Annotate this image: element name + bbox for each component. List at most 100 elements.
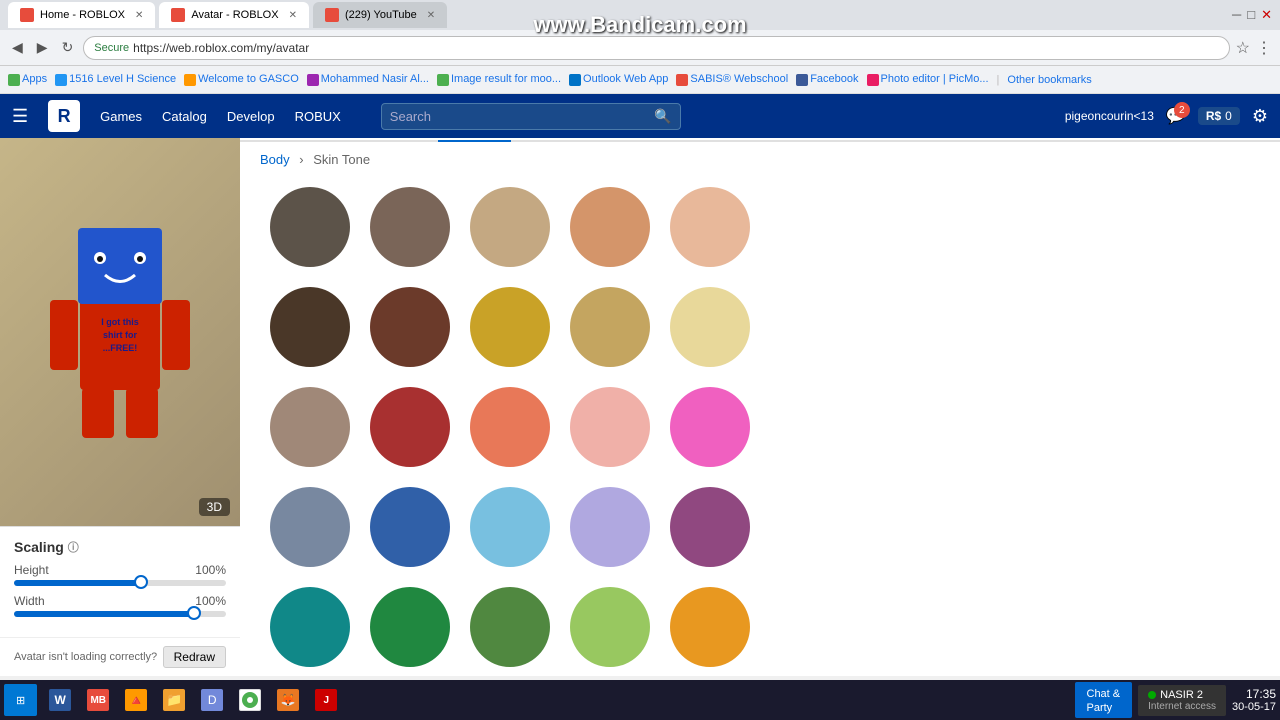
loading-text: Avatar isn't loading correctly? [14, 651, 157, 663]
skin-tone-lavender[interactable] [570, 487, 650, 567]
tab-youtube[interactable]: (229) YouTube ✕ [313, 2, 447, 28]
skin-tone-red[interactable] [370, 387, 450, 467]
tab-avatar-close[interactable]: ✕ [289, 10, 297, 21]
skin-tone-light-peach[interactable] [670, 187, 750, 267]
skin-tone-dark-brown[interactable] [270, 287, 350, 367]
skin-tone-hot-pink[interactable] [670, 387, 750, 467]
taskbar-files[interactable]: 📁 [155, 684, 193, 716]
tab-youtube-close[interactable]: ✕ [427, 10, 435, 21]
skin-tone-pink-light[interactable] [570, 387, 650, 467]
bookmark-gasco[interactable]: Welcome to GASCO [184, 73, 299, 85]
height-slider-fill [14, 580, 141, 586]
notifications-area[interactable]: 💬 2 [1166, 106, 1186, 126]
skin-tone-sky-blue[interactable] [470, 487, 550, 567]
bookmark-sabis[interactable]: SABIS® Webschool [676, 73, 788, 85]
hamburger-icon[interactable]: ☰ [12, 106, 28, 127]
roblox-logo-icon[interactable]: R [48, 100, 80, 132]
time-display: 17:35 [1232, 687, 1276, 701]
forward-button[interactable]: ▶ [33, 37, 52, 58]
bookmark-image[interactable]: Image result for moo... [437, 73, 561, 85]
start-button[interactable]: ⊞ [4, 684, 37, 716]
robux-r-label: R$ [1206, 109, 1221, 123]
skin-tone-medium-brown[interactable] [370, 187, 450, 267]
scaling-info-icon[interactable]: ⓘ [68, 539, 79, 555]
taskbar-firefox[interactable]: 🦊 [269, 684, 307, 716]
breadcrumb-separator: › [299, 152, 303, 167]
tab-home-label: Home - ROBLOX [40, 9, 125, 21]
chrome-icon [239, 689, 261, 711]
avatar-panel: R6 R15 I got this shirt for ...FREE! [0, 94, 240, 676]
tab-avatar[interactable]: Avatar - ROBLOX ✕ [159, 2, 309, 28]
nav-games[interactable]: Games [100, 109, 142, 124]
skin-tone-tan2[interactable] [570, 287, 650, 367]
taskbar-word[interactable]: W [41, 684, 79, 716]
skin-tone-gold[interactable] [470, 287, 550, 367]
width-slider-thumb[interactable] [187, 606, 201, 620]
browser-minimize[interactable]: ─ [1232, 7, 1241, 23]
skin-tone-reddish-brown[interactable] [370, 287, 450, 367]
skin-tone-purple[interactable] [670, 487, 750, 567]
browser-close[interactable]: ✕ [1261, 7, 1272, 23]
bookmark-picmonkey[interactable]: Photo editor | PicMo... [867, 73, 989, 85]
address-text: https://web.roblox.com/my/avatar [133, 41, 309, 55]
skin-tone-salmon[interactable] [470, 387, 550, 467]
redraw-button[interactable]: Redraw [163, 646, 226, 668]
word-icon: W [49, 689, 71, 711]
skin-tone-dark-gray[interactable] [270, 187, 350, 267]
browser-maximize[interactable]: □ [1247, 7, 1255, 23]
roblox-nav: ☰ R Games Catalog Develop ROBUX 🔍 pigeon… [0, 94, 1280, 138]
height-slider-thumb[interactable] [134, 575, 148, 589]
content-panel: Recent ▾ Clothing ▾ Body ▾ Animations ▾ … [240, 94, 1280, 676]
taskbar-discord[interactable]: D [193, 684, 231, 716]
address-bar[interactable]: Secure https://web.roblox.com/my/avatar [83, 36, 1229, 60]
chat-party-button[interactable]: Chat & Party [1075, 682, 1133, 718]
taskbar-chrome[interactable] [231, 684, 269, 716]
redraw-section: Avatar isn't loading correctly? Redraw [0, 637, 240, 676]
bookmark-other[interactable]: Other bookmarks [1007, 74, 1091, 86]
nav-robux[interactable]: ROBUX [295, 109, 341, 124]
date-display: 30-05-17 [1232, 701, 1276, 713]
extensions-icon[interactable]: ☆ [1236, 38, 1250, 58]
tab-home[interactable]: Home - ROBLOX ✕ [8, 2, 155, 28]
bookmark-outlook[interactable]: Outlook Web App [569, 73, 668, 85]
bookmark-apps[interactable]: Apps [8, 73, 47, 85]
back-button[interactable]: ◀ [8, 37, 27, 58]
skin-tone-cream[interactable] [670, 287, 750, 367]
nav-catalog[interactable]: Catalog [162, 109, 207, 124]
skin-tone-steel-blue[interactable] [270, 487, 350, 567]
bookmark-science[interactable]: 1516 Level H Science [55, 73, 176, 85]
robux-badge[interactable]: R$ 0 [1198, 107, 1240, 125]
skin-tone-peach-brown[interactable] [570, 187, 650, 267]
skin-tone-dark-green[interactable] [370, 587, 450, 667]
skin-tone-blue[interactable] [370, 487, 450, 567]
nav-search-input[interactable] [390, 109, 655, 124]
taskbar-mb[interactable]: MB [79, 684, 117, 716]
online-indicator [1148, 691, 1156, 699]
browser-toolbar: ◀ ▶ ↻ Secure https://web.roblox.com/my/a… [0, 30, 1280, 66]
bookmark-separator: | [997, 74, 1000, 86]
settings-icon[interactable]: ⋮ [1256, 38, 1272, 58]
skin-tone-mauve[interactable] [270, 387, 350, 467]
taskbar-java[interactable]: J [307, 684, 345, 716]
refresh-button[interactable]: ↻ [58, 37, 78, 58]
skin-tone-teal[interactable] [270, 587, 350, 667]
breadcrumb-parent[interactable]: Body [260, 152, 290, 167]
scaling-section: Scaling ⓘ Height 100% Width 100% [0, 526, 240, 637]
skin-tone-medium-green[interactable] [470, 587, 550, 667]
skin-tone-tan[interactable] [470, 187, 550, 267]
clock: 17:35 30-05-17 [1232, 687, 1276, 713]
scaling-title: Scaling ⓘ [14, 539, 226, 555]
nav-search-box[interactable]: 🔍 [381, 103, 681, 130]
skin-tone-light-green[interactable] [570, 587, 650, 667]
search-icon[interactable]: 🔍 [654, 108, 671, 125]
settings-nav-icon[interactable]: ⚙ [1252, 106, 1268, 127]
taskbar-vlc[interactable]: 🔺 [117, 684, 155, 716]
discord-icon: D [201, 689, 223, 711]
skin-tone-row-4 [270, 487, 1250, 567]
tab-home-close[interactable]: ✕ [135, 10, 143, 21]
skin-tone-row-5 [270, 587, 1250, 667]
skin-tone-orange[interactable] [670, 587, 750, 667]
bookmark-facebook[interactable]: Facebook [796, 73, 858, 85]
bookmark-mohammed[interactable]: Mohammed Nasir Al... [307, 73, 429, 85]
nav-develop[interactable]: Develop [227, 109, 275, 124]
